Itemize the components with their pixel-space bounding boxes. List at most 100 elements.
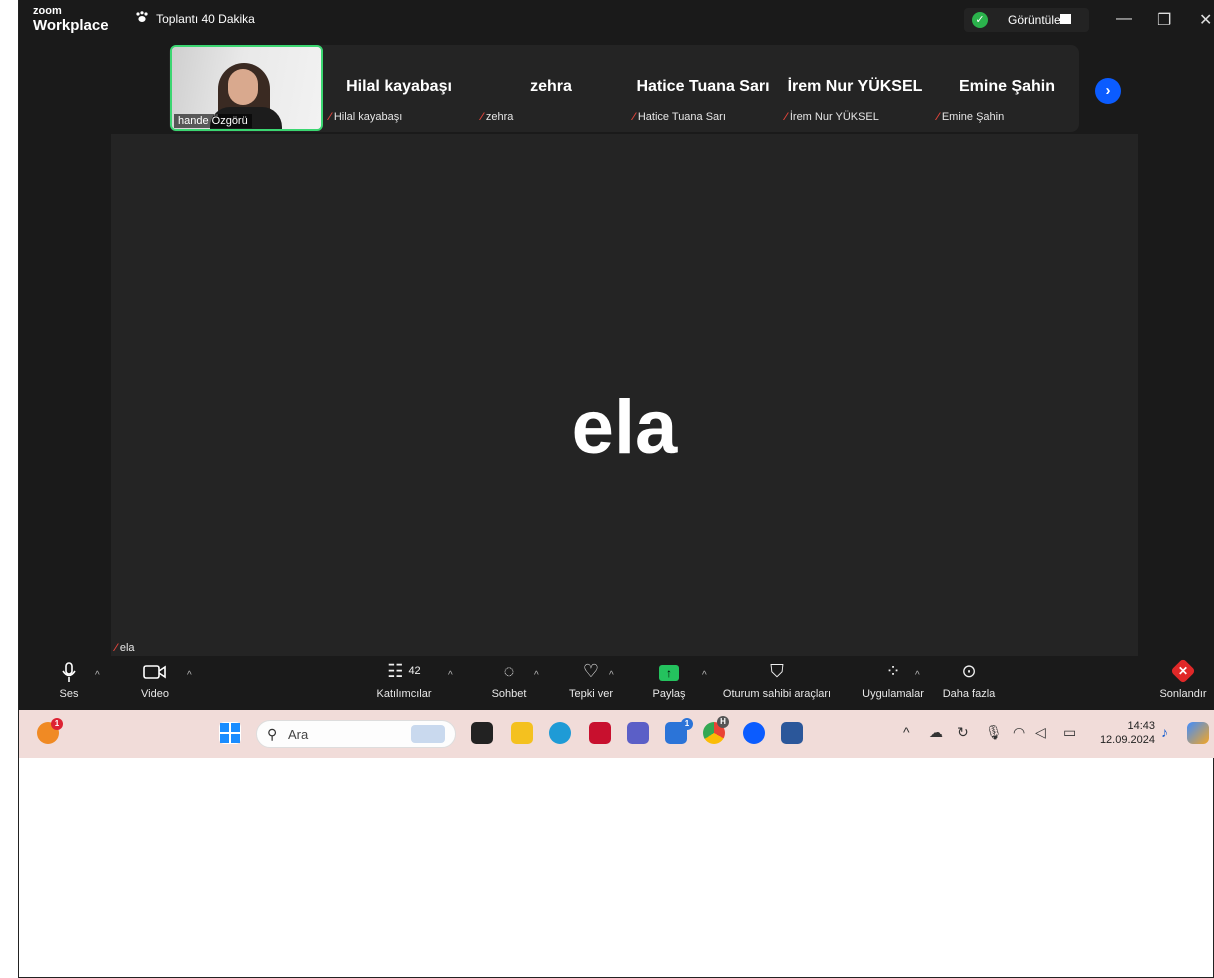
minimize-button[interactable]: — <box>1116 10 1132 28</box>
end-meeting-label: Sonlandır <box>1159 688 1207 700</box>
reactions-options-caret-icon[interactable]: ^ <box>609 670 614 681</box>
active-speaker-label-text: ela <box>119 642 135 654</box>
participants-count: 42 <box>408 665 421 677</box>
apps-options-caret-icon[interactable]: ^ <box>915 670 920 681</box>
audio-label: Ses <box>59 688 79 700</box>
battery-icon[interactable]: ▭ <box>1063 724 1076 741</box>
clock-date: 12.09.2024 <box>1099 734 1155 746</box>
taskbar-search-box[interactable]: ⚲ Ara <box>256 720 456 748</box>
self-video-tile[interactable]: hande Özgörü <box>170 45 323 131</box>
mcafee-icon[interactable] <box>589 722 611 744</box>
close-button[interactable]: ✕ <box>1199 10 1212 30</box>
chat-button[interactable]: ◌ Sohbet <box>479 656 539 700</box>
active-speaker-label: ⁄ ela <box>115 642 135 654</box>
participants-options-caret-icon[interactable]: ^ <box>448 670 453 681</box>
windows-taskbar: 1 ⚲ Ara 1 H ^ ☁ ↻ 🎙 ◠ ◁ ▭ 14:43 12.09.20… <box>19 710 1214 758</box>
apps-label: Uygulamalar <box>862 688 924 700</box>
participants-label: Katılımcılar <box>376 688 432 700</box>
participant-name: Emine Şahin <box>958 78 1056 95</box>
mic-muted-icon: ⁄ <box>785 111 787 123</box>
security-shield-icon: ✓ <box>972 12 988 28</box>
view-button[interactable]: ✓ Görüntüle <box>964 8 1089 32</box>
end-meeting-button[interactable]: ✕ Sonlandır <box>1154 656 1212 700</box>
share-button[interactable]: ↑ Paylaş <box>639 656 699 700</box>
video-camera-icon <box>135 656 175 682</box>
show-hidden-icons-chevron-icon[interactable]: ^ <box>903 724 910 740</box>
mic-muted-icon: ⁄ <box>937 111 939 123</box>
file-explorer-icon[interactable] <box>511 722 533 744</box>
mic-muted-icon: ⁄ <box>115 642 117 654</box>
zoom-workplace-logo: zoom Workplace <box>33 5 109 34</box>
meeting-paw-icon <box>135 11 149 26</box>
zoom-app-icon[interactable] <box>743 722 765 744</box>
mic-muted-icon: ⁄ <box>329 111 331 123</box>
participant-label-text: İrem Nur YÜKSEL <box>789 111 879 123</box>
apps-icon: ⁘ <box>885 661 901 681</box>
participants-button[interactable]: ☷ 42 Katılımcılar <box>364 656 444 700</box>
wifi-icon[interactable]: ◠ <box>1013 724 1025 741</box>
participant-label: ⁄ Emine Şahin <box>937 111 1004 123</box>
share-screen-icon: ↑ <box>639 656 699 682</box>
participant-label-text: Emine Şahin <box>941 111 1005 123</box>
copilot-icon[interactable] <box>1187 722 1209 744</box>
volume-icon[interactable]: ◁ <box>1035 724 1046 741</box>
active-speaker-view: ela ⁄ ela <box>111 134 1138 656</box>
chat-options-caret-icon[interactable]: ^ <box>534 670 539 681</box>
word-icon[interactable] <box>781 722 803 744</box>
participant-name: İrem Nur YÜKSEL <box>787 78 923 95</box>
search-icon: ⚲ <box>267 726 278 742</box>
video-button[interactable]: Video <box>135 656 175 700</box>
view-label: Görüntüle <box>1008 13 1061 27</box>
logo-line-1: zoom <box>33 5 62 17</box>
participant-label: ⁄ Hilal kayabaşı <box>329 111 402 123</box>
microphone-icon <box>49 656 89 682</box>
host-tools-button[interactable]: ⛉ Oturum sahibi araçları <box>707 656 847 700</box>
participant-label-text: Hilal kayabaşı <box>333 111 403 123</box>
participant-tile[interactable]: zehra ⁄ zehra <box>475 45 627 131</box>
teams-icon[interactable] <box>627 722 649 744</box>
audio-button[interactable]: Ses <box>49 656 89 700</box>
zoom-window: zoom Workplace Toplantı 40 Dakika ✓ Görü… <box>19 0 1214 710</box>
participant-label-text: zehra <box>485 111 514 123</box>
participant-name: Hilal kayabaşı <box>346 78 452 95</box>
meeting-toolbar: Ses ^ Video ^ ☷ 42 Katılımcılar ^ ◌ Sohb… <box>19 656 1214 710</box>
participant-label: ⁄ zehra <box>481 111 513 123</box>
more-button[interactable]: ⊙ Daha fazla <box>934 656 1004 700</box>
task-view-icon[interactable] <box>471 722 493 744</box>
chat-label: Sohbet <box>491 688 527 700</box>
onedrive-cloud-icon[interactable]: ☁ <box>929 724 943 741</box>
apps-button[interactable]: ⁘ Uygulamalar <box>853 656 933 700</box>
participant-tile[interactable]: İrem Nur YÜKSEL ⁄ İrem Nur YÜKSEL <box>779 45 931 131</box>
notification-badge: 1 <box>51 718 63 730</box>
participant-tile[interactable]: Hilal kayabaşı ⁄ Hilal kayabaşı <box>323 45 475 131</box>
participant-name: zehra <box>530 78 572 95</box>
reactions-button[interactable]: ♡ Tepki ver <box>556 656 626 700</box>
search-placeholder: Ara <box>288 727 309 742</box>
sync-icon[interactable]: ↻ <box>957 724 969 741</box>
notification-bell-icon[interactable]: ♪ <box>1161 724 1168 740</box>
participant-label-text: Hatice Tuana Sarı <box>637 111 726 123</box>
store-badge: 1 <box>681 718 693 730</box>
grid-view-icon <box>1060 14 1071 24</box>
clock-time: 14:43 <box>1127 720 1155 732</box>
meeting-info[interactable]: Toplantı 40 Dakika <box>135 11 255 26</box>
video-label: Video <box>141 688 169 700</box>
end-meeting-icon: ✕ <box>1154 656 1212 684</box>
participant-tile[interactable]: Hatice Tuana Sarı ⁄ Hatice Tuana Sarı <box>627 45 779 131</box>
chat-bubble-icon: ◌ <box>503 661 515 681</box>
logo-line-2: Workplace <box>33 17 109 34</box>
share-options-caret-icon[interactable]: ^ <box>702 670 707 681</box>
host-tools-label: Oturum sahibi araçları <box>722 688 832 700</box>
system-clock[interactable]: 14:43 12.09.2024 <box>1095 719 1155 747</box>
participant-tile[interactable]: Emine Şahin ⁄ Emine Şahin <box>931 45 1083 131</box>
share-label: Paylaş <box>652 688 686 700</box>
edge-browser-icon[interactable] <box>549 722 571 744</box>
video-options-caret-icon[interactable]: ^ <box>187 670 192 681</box>
tray-microphone-icon[interactable]: 🎙 <box>985 724 1003 741</box>
chevron-right-icon[interactable]: › <box>1095 78 1121 104</box>
more-ellipsis-icon: ⊙ <box>961 661 977 681</box>
participant-video-face <box>228 69 258 105</box>
windows-start-icon[interactable] <box>219 722 241 744</box>
audio-options-caret-icon[interactable]: ^ <box>95 670 100 681</box>
restore-button[interactable]: ❐ <box>1157 10 1171 30</box>
